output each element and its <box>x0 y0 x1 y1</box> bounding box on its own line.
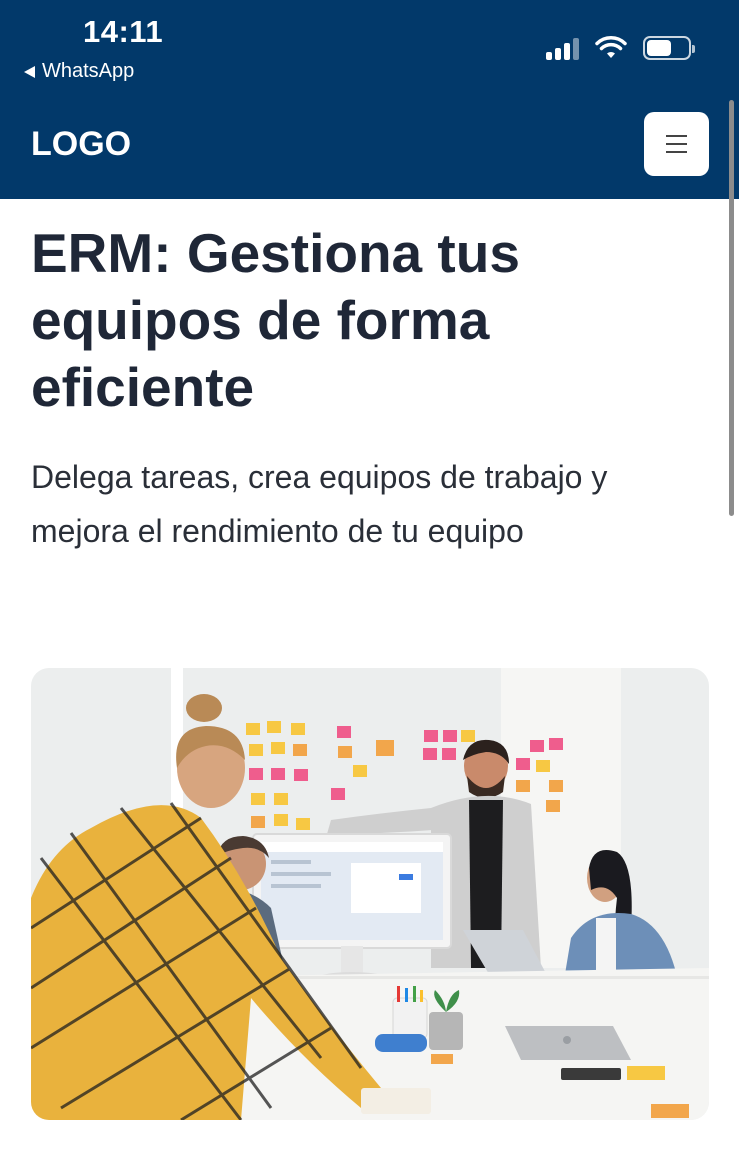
hamburger-menu-icon <box>666 135 687 137</box>
status-bar: 14:11 WhatsApp <box>0 0 739 100</box>
signal-icon <box>546 36 579 60</box>
hero-title: ERM: Gestiona tus equipos de forma efici… <box>31 222 520 418</box>
back-app-label: WhatsApp <box>42 60 135 82</box>
team-meeting-photo <box>31 668 709 1120</box>
logo[interactable]: LOGO <box>31 125 131 164</box>
wifi-icon <box>595 36 627 58</box>
battery-icon <box>643 36 695 60</box>
page-scrollbar[interactable] <box>729 100 734 516</box>
back-arrow-icon <box>24 65 35 78</box>
hero-subtitle: Delega tareas, crea equipos de trabajo y… <box>31 459 608 549</box>
status-time: 14:11 <box>83 14 164 49</box>
menu-toggle-button[interactable] <box>644 112 709 176</box>
navbar: LOGO <box>0 100 739 199</box>
back-to-app-link[interactable]: WhatsApp <box>24 60 134 83</box>
status-icons <box>546 36 695 60</box>
